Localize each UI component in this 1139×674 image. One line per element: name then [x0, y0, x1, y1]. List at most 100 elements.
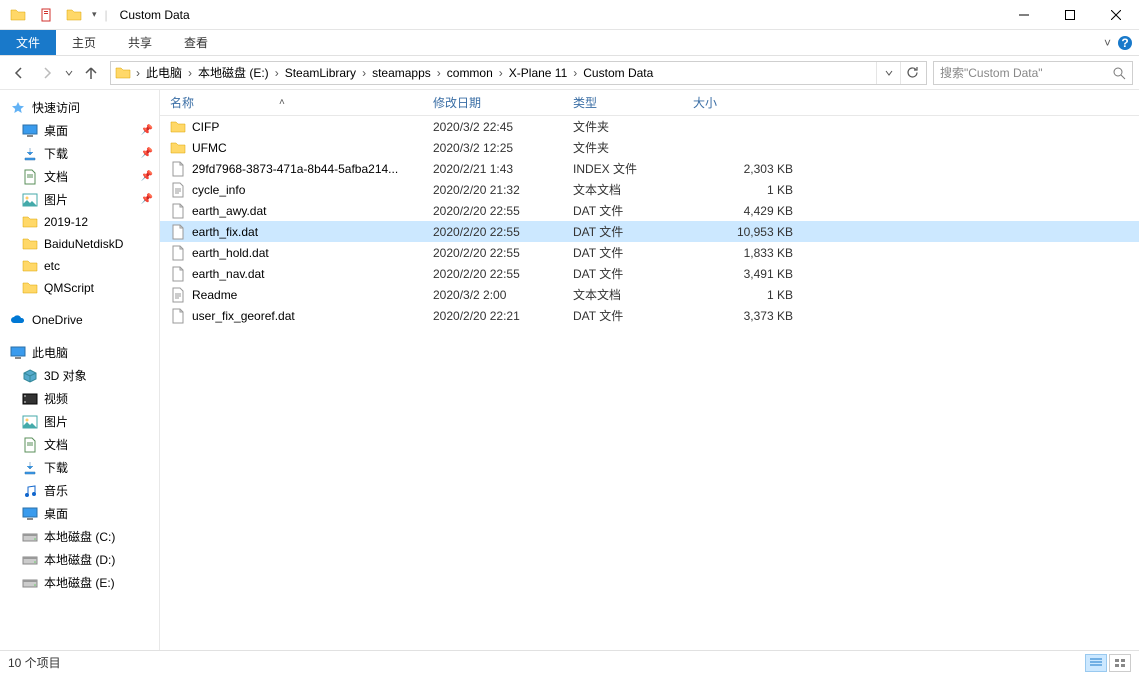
cloud-icon [10, 312, 26, 328]
file-tab[interactable]: 文件 [0, 30, 56, 55]
column-size[interactable]: 大小 [693, 94, 793, 111]
window-title: Custom Data [120, 8, 190, 22]
file-row[interactable]: cycle_info2020/2/20 21:32文本文档1 KB [160, 179, 1139, 200]
search-box[interactable] [933, 61, 1133, 85]
file-row[interactable]: earth_fix.dat2020/2/20 22:55DAT 文件10,953… [160, 221, 1139, 242]
file-name: user_fix_georef.dat [192, 309, 295, 323]
pic-icon [22, 414, 38, 430]
file-type: 文件夹 [573, 118, 693, 135]
item-count: 10 个项目 [8, 654, 61, 671]
sidebar-item[interactable]: QMScript [0, 277, 159, 299]
file-name: 29fd7968-3873-471a-8b44-5afba214... [192, 162, 398, 176]
sidebar-item[interactable]: etc [0, 255, 159, 277]
breadcrumb-item[interactable]: steamapps [369, 66, 434, 80]
sidebar-item[interactable]: 下载 [0, 456, 159, 479]
file-size: 1 KB [693, 288, 793, 302]
sidebar-quick-access[interactable]: 快速访问 [0, 96, 159, 119]
column-date[interactable]: 修改日期 [433, 94, 573, 111]
chevron-right-icon[interactable]: › [570, 66, 580, 80]
forward-button[interactable] [34, 61, 60, 85]
file-row[interactable]: earth_nav.dat2020/2/20 22:55DAT 文件3,491 … [160, 263, 1139, 284]
file-row[interactable]: 29fd7968-3873-471a-8b44-5afba214...2020/… [160, 158, 1139, 179]
ribbon-tab[interactable]: 查看 [168, 30, 224, 55]
maximize-button[interactable] [1047, 0, 1093, 30]
file-type: DAT 文件 [573, 307, 693, 324]
breadcrumb-item[interactable]: common [444, 66, 496, 80]
sidebar-item[interactable]: 桌面 [0, 502, 159, 525]
sidebar-item[interactable]: 文档 [0, 433, 159, 456]
file-date: 2020/3/2 22:45 [433, 120, 573, 134]
address-dropdown[interactable] [876, 62, 900, 84]
close-button[interactable] [1093, 0, 1139, 30]
sidebar-this-pc[interactable]: 此电脑 [0, 341, 159, 364]
breadcrumb-item[interactable]: SteamLibrary [282, 66, 359, 80]
search-input[interactable] [940, 66, 1112, 80]
chevron-right-icon[interactable]: › [359, 66, 369, 80]
breadcrumb-item[interactable]: Custom Data [580, 66, 656, 80]
sidebar-item[interactable]: 本地磁盘 (E:) [0, 571, 159, 594]
details-view-button[interactable] [1085, 654, 1107, 672]
file-name: earth_hold.dat [192, 246, 269, 260]
file-size: 1,833 KB [693, 246, 793, 260]
qat-dropdown-icon[interactable]: ▾ [92, 9, 97, 20]
address-bar[interactable]: › 此电脑›本地磁盘 (E:)›SteamLibrary›steamapps›c… [110, 61, 927, 85]
sidebar-item[interactable]: 3D 对象 [0, 364, 159, 387]
navigation-pane[interactable]: 快速访问 桌面📌下载📌文档📌图片📌2019-12BaiduNetdiskDetc… [0, 90, 160, 650]
sidebar-item[interactable]: 本地磁盘 (D:) [0, 548, 159, 571]
titlebar: ▾ | Custom Data [0, 0, 1139, 30]
qat-properties-icon[interactable] [36, 5, 56, 25]
icons-view-button[interactable] [1109, 654, 1131, 672]
ribbon-tab[interactable]: 共享 [112, 30, 168, 55]
sidebar-item[interactable]: 图片 [0, 410, 159, 433]
sidebar-item[interactable]: BaiduNetdiskD [0, 233, 159, 255]
help-icon[interactable]: ? [1117, 35, 1133, 51]
refresh-button[interactable] [900, 62, 924, 84]
ribbon-expand-icon[interactable]: ˅ [1104, 36, 1111, 50]
column-headers[interactable]: 名称˄ 修改日期 类型 大小 [160, 90, 1139, 116]
sidebar-item[interactable]: 下载📌 [0, 142, 159, 165]
ribbon-tabs: 文件 主页共享查看 ˅ ? [0, 30, 1139, 56]
doc-icon [22, 169, 38, 185]
qat-folder-icon[interactable] [64, 5, 84, 25]
ribbon-tab[interactable]: 主页 [56, 30, 112, 55]
sidebar-item[interactable]: 图片📌 [0, 188, 159, 211]
file-row[interactable]: Readme2020/3/2 2:00文本文档1 KB [160, 284, 1139, 305]
sidebar-onedrive[interactable]: OneDrive [0, 309, 159, 331]
file-row[interactable]: earth_awy.dat2020/2/20 22:55DAT 文件4,429 … [160, 200, 1139, 221]
back-button[interactable] [6, 61, 32, 85]
column-name[interactable]: 名称˄ [170, 94, 433, 111]
chevron-right-icon[interactable]: › [133, 66, 143, 80]
file-row[interactable]: CIFP2020/3/2 22:45文件夹 [160, 116, 1139, 137]
file-icon [170, 266, 186, 282]
sidebar-item[interactable]: 文档📌 [0, 165, 159, 188]
minimize-button[interactable] [1001, 0, 1047, 30]
file-date: 2020/2/20 22:55 [433, 246, 573, 260]
file-size: 3,491 KB [693, 267, 793, 281]
chevron-right-icon[interactable]: › [434, 66, 444, 80]
sidebar-item[interactable]: 桌面📌 [0, 119, 159, 142]
file-row[interactable]: user_fix_georef.dat2020/2/20 22:21DAT 文件… [160, 305, 1139, 326]
breadcrumb-item[interactable]: 此电脑 [143, 64, 185, 81]
breadcrumb-item[interactable]: 本地磁盘 (E:) [195, 64, 272, 81]
file-type: 文本文档 [573, 181, 693, 198]
chevron-right-icon[interactable]: › [185, 66, 195, 80]
txt-icon [170, 182, 186, 198]
breadcrumb-item[interactable]: X-Plane 11 [506, 66, 570, 80]
pin-icon: 📌 [141, 125, 153, 136]
file-row[interactable]: earth_hold.dat2020/2/20 22:55DAT 文件1,833… [160, 242, 1139, 263]
sidebar-item[interactable]: 本地磁盘 (C:) [0, 525, 159, 548]
chevron-right-icon[interactable]: › [496, 66, 506, 80]
disk-icon [22, 575, 38, 591]
sidebar-item[interactable]: 视频 [0, 387, 159, 410]
column-type[interactable]: 类型 [573, 94, 693, 111]
chevron-right-icon[interactable]: › [272, 66, 282, 80]
disk-icon [22, 529, 38, 545]
svg-text:?: ? [1121, 36, 1128, 50]
up-button[interactable] [78, 61, 104, 85]
file-date: 2020/2/20 21:32 [433, 183, 573, 197]
sidebar-item[interactable]: 音乐 [0, 479, 159, 502]
file-row[interactable]: UFMC2020/3/2 12:25文件夹 [160, 137, 1139, 158]
sidebar-item[interactable]: 2019-12 [0, 211, 159, 233]
file-icon [170, 224, 186, 240]
recent-dropdown[interactable] [62, 61, 76, 85]
